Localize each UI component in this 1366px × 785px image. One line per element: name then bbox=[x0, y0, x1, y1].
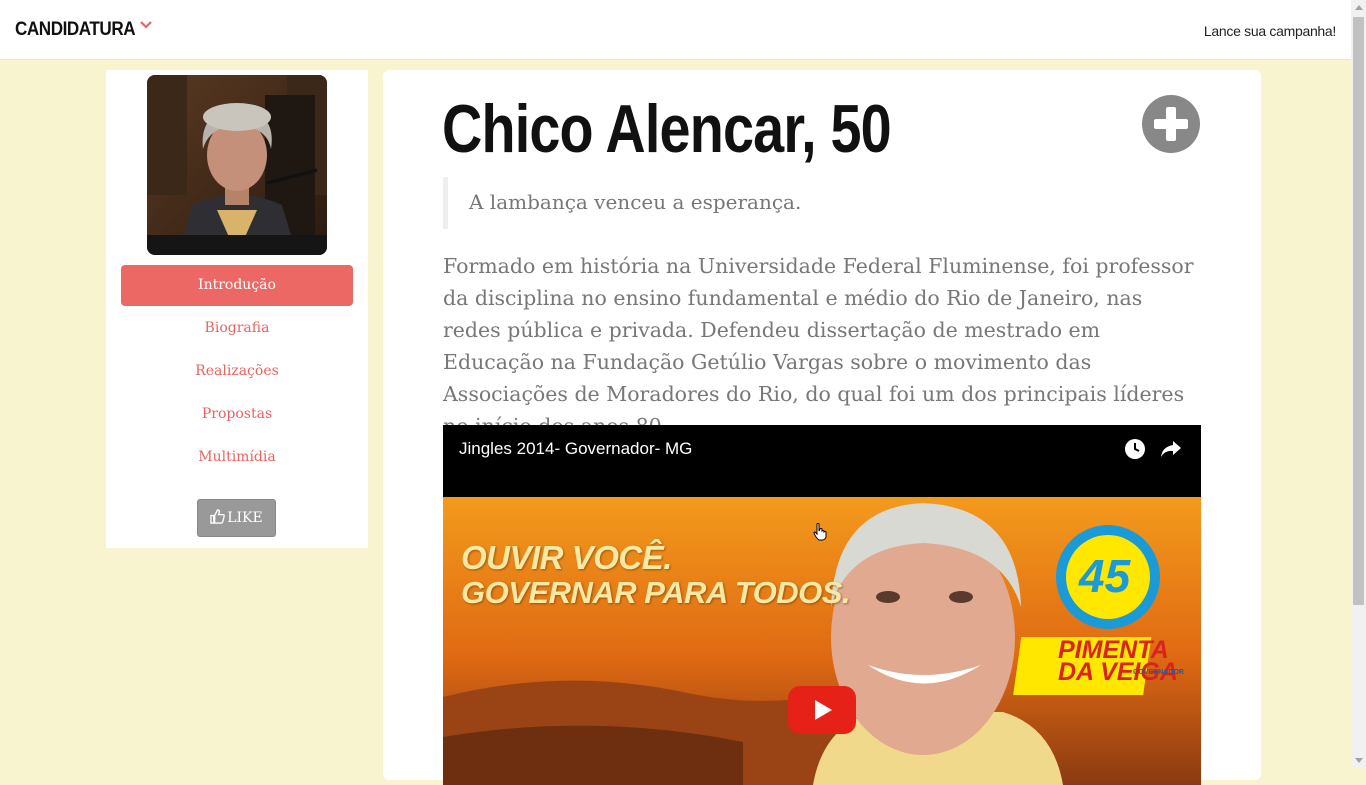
share-icon[interactable] bbox=[1159, 438, 1183, 460]
video-title-bar: Jingles 2014- Governador- MG bbox=[443, 425, 1201, 497]
nav-item-propostas[interactable]: Propostas bbox=[121, 394, 353, 435]
scrollbar-thumb[interactable] bbox=[1353, 17, 1364, 605]
top-navbar: CANDIDATURA Lance sua campanha! bbox=[0, 0, 1351, 60]
video-title[interactable]: Jingles 2014- Governador- MG bbox=[459, 439, 692, 459]
badge-number: 45 bbox=[1079, 550, 1131, 602]
like-label: LIKE bbox=[227, 510, 263, 526]
nav-item-biografia[interactable]: Biografia bbox=[121, 308, 353, 349]
main-content: Chico Alencar, 50 A lambança venceu a es… bbox=[383, 70, 1261, 785]
nav-item-realizacoes[interactable]: Realizações bbox=[121, 351, 353, 392]
page-scrollbar[interactable] bbox=[1351, 0, 1366, 768]
candidate-name: Chico Alencar, 50 bbox=[442, 91, 892, 167]
chevron-down-icon[interactable] bbox=[139, 20, 153, 30]
badge-subtitle: GOVERNADOR bbox=[1133, 669, 1184, 676]
scroll-down-arrow[interactable] bbox=[1351, 753, 1366, 768]
candidate-quote: A lambança venceu a esperança. bbox=[443, 177, 1203, 229]
clock-icon[interactable] bbox=[1124, 438, 1146, 460]
brand-link[interactable]: CANDIDATURA bbox=[15, 19, 136, 41]
section-nav: Introdução Biografia Realizações Propost… bbox=[121, 265, 353, 480]
launch-campaign-link[interactable]: Lance sua campanha! bbox=[1204, 23, 1336, 39]
thumbs-up-icon bbox=[210, 509, 226, 524]
candidate-photo bbox=[147, 75, 327, 255]
thumbnail-headline-2: GOVERNAR PARA TODOS. bbox=[461, 575, 851, 610]
sidebar: Introdução Biografia Realizações Propost… bbox=[106, 70, 368, 548]
thumbnail-headline-1: OUVIR VOCÊ. bbox=[461, 539, 672, 576]
nav-item-multimidia[interactable]: Multimídia bbox=[121, 437, 353, 478]
candidate-bio: Formado em história na Universidade Fede… bbox=[443, 254, 1194, 438]
badge-name: PIMENTA DA VEIGA bbox=[1058, 638, 1178, 685]
like-button[interactable]: LIKE bbox=[197, 499, 276, 537]
plus-circle-icon[interactable] bbox=[1142, 95, 1200, 153]
nav-item-introducao[interactable]: Introdução bbox=[121, 265, 353, 306]
scroll-up-arrow[interactable] bbox=[1351, 0, 1366, 15]
play-icon[interactable] bbox=[788, 686, 856, 734]
hand-cursor-icon bbox=[813, 523, 827, 541]
video-embed[interactable]: Jingles 2014- Governador- MG OUVIR VOCÊ.… bbox=[443, 425, 1201, 785]
